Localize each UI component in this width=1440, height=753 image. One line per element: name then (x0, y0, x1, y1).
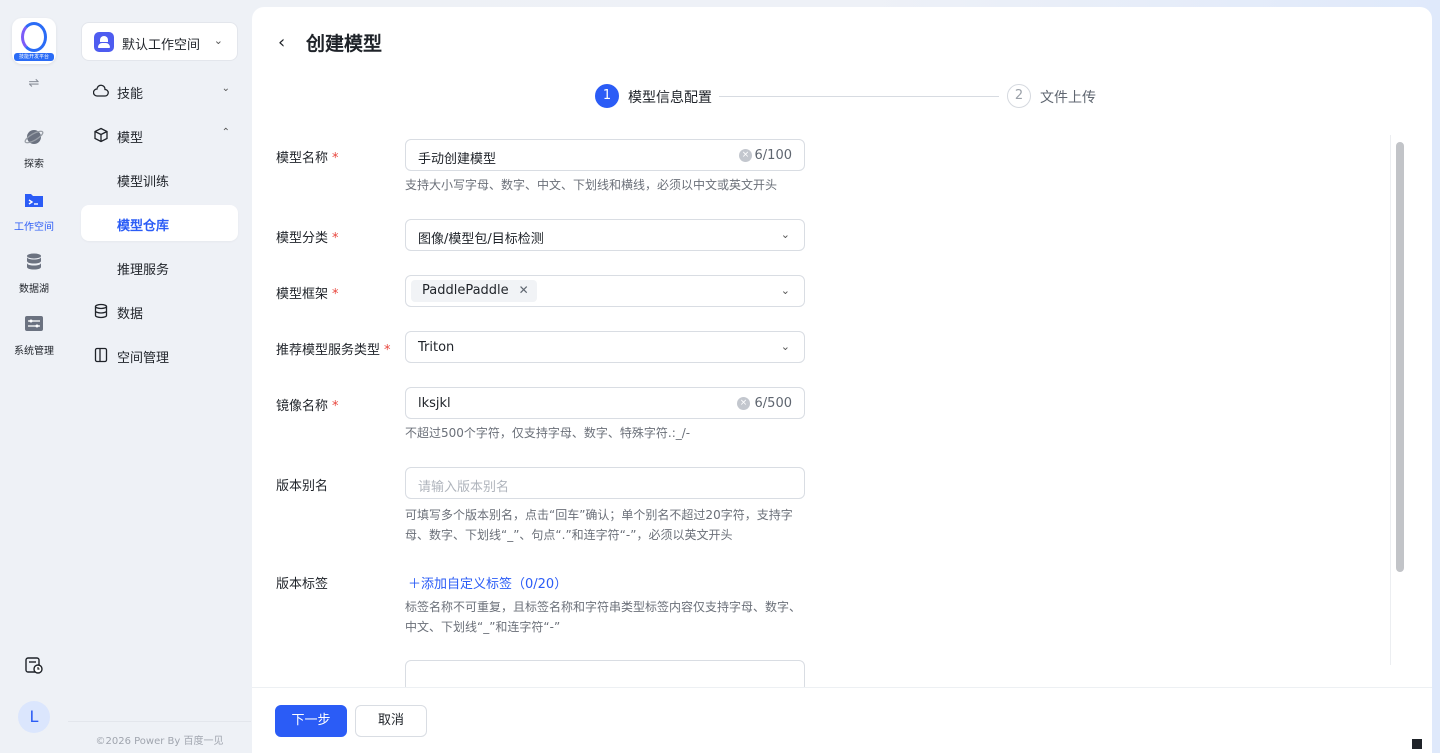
step-2-label: 文件上传 (1040, 90, 1096, 106)
sidebar: 默认工作空间 ⌄ 技能 ⌄ 模型 ⌃ 模型训练 模型仓库 推理服务 数据 空间管… (68, 0, 251, 753)
alias-placeholder: 请输入版本别名 (418, 480, 510, 495)
step-1-label: 模型信息配置 (628, 90, 712, 106)
next-button[interactable]: 下一步 (275, 705, 347, 737)
add-tag-link[interactable]: ＋添加自定义标签（0/20） (408, 573, 567, 592)
resize-corner (1412, 739, 1422, 749)
sidebar-item-data[interactable]: 数据 (81, 293, 238, 329)
rail-item-workspace[interactable]: 工作空间 (0, 190, 68, 233)
rail-item-label: 系统管理 (14, 346, 54, 357)
model-name-value: 手动创建模型 (418, 152, 497, 167)
logo-caption: 技能开发平台 (14, 53, 54, 61)
switch-icon[interactable]: ⇌ (26, 76, 42, 92)
clear-icon[interactable]: × (737, 397, 750, 410)
sidebar-item-model-training[interactable]: 模型训练 (81, 161, 238, 197)
database-icon (94, 303, 108, 319)
sidebar-item-label: 数据 (117, 307, 144, 322)
chevron-up-icon: ⌃ (221, 127, 230, 138)
close-icon[interactable]: ✕ (519, 283, 529, 297)
next-field-partial[interactable] (405, 660, 805, 687)
form-footer: 下一步 取消 (252, 687, 1432, 753)
chevron-down-icon: ⌄ (780, 228, 790, 241)
avatar[interactable]: L (18, 701, 50, 733)
category-value: 图像/模型包/目标检测 (418, 232, 544, 247)
cancel-button[interactable]: 取消 (355, 705, 427, 737)
service-type-select[interactable]: Triton ⌄ (405, 331, 805, 363)
sidebar-item-label: 模型 (117, 131, 144, 146)
framework-tag: PaddlePaddle ✕ (411, 280, 537, 302)
sidebar-item-label: 空间管理 (117, 351, 170, 366)
framework-tag-label: PaddlePaddle (422, 283, 509, 298)
model-form: 模型名称 * 手动创建模型 × 6/100 支持大小写字母、数字、中文、下划线和横… (252, 132, 1432, 687)
model-name-hint: 支持大小写字母、数字、中文、下划线和横线，必须以中文或英文开头 (405, 178, 778, 192)
chevron-down-icon: ⌄ (780, 284, 790, 297)
stepper: 1 模型信息配置 2 文件上传 (595, 84, 1115, 108)
category-label: 模型分类 * (276, 231, 339, 246)
image-name-hint: 不超过500个字符，仅支持字母、数字、特殊字符.:_/- (405, 426, 691, 440)
chevron-down-icon: ⌄ (213, 34, 223, 47)
alias-hint: 可填写多个版本别名，点击“回车”确认；单个别名不超过20字符，支持字 母、数字、… (405, 508, 793, 542)
planet-icon (24, 130, 44, 144)
clear-icon[interactable]: × (739, 149, 752, 162)
page-title: 创建模型 (306, 33, 383, 55)
rail-item-label: 工作空间 (14, 222, 54, 233)
model-name-label: 模型名称 * (276, 151, 339, 166)
sidebar-item-label: 推理服务 (117, 263, 170, 278)
framework-select[interactable]: PaddlePaddle ✕ ⌄ (405, 275, 805, 307)
sidebar-item-label: 模型训练 (117, 175, 170, 190)
rail-item-datalake[interactable]: 数据湖 (0, 252, 68, 295)
sidebar-item-label: 模型仓库 (117, 219, 170, 234)
service-type-value: Triton (418, 340, 455, 355)
workspace-selector[interactable]: 默认工作空间 ⌄ (81, 22, 238, 61)
step-connector (719, 96, 999, 97)
main-panel: ‹ 创建模型 1 模型信息配置 2 文件上传 模型名称 * 手动创建模型 × 6/… (252, 7, 1432, 753)
sidebar-item-label: 技能 (117, 87, 144, 102)
alias-input[interactable]: 请输入版本别名 (405, 467, 805, 499)
server-settings-icon (25, 316, 43, 331)
cloud-icon (93, 84, 109, 97)
cube-icon (94, 127, 108, 143)
char-count: 6/500 (754, 396, 792, 411)
alias-label: 版本别名 (276, 479, 329, 494)
door-icon (94, 347, 108, 363)
tags-hint: 标签名称不可重复，且标签名称和字符串类型标签内容仅支持字母、数字、 中文、下划线… (405, 600, 802, 634)
sidebar-item-inference[interactable]: 推理服务 (81, 249, 238, 285)
workspace-name: 默认工作空间 (122, 38, 201, 53)
image-name-value: lksjkl (418, 396, 451, 411)
rail-item-system[interactable]: 系统管理 (0, 314, 68, 357)
logo-ring-icon (21, 22, 47, 52)
sidebar-item-models[interactable]: 模型 ⌃ (81, 117, 238, 153)
app-rail: 技能开发平台 ⇌ 探索 工作空间 数据湖 系统管理 L (0, 0, 68, 753)
rail-item-label: 数据湖 (19, 284, 49, 295)
rail-item-label: 探索 (24, 159, 44, 170)
scrollbar-thumb[interactable] (1396, 142, 1404, 572)
back-arrow-icon[interactable]: ‹ (278, 32, 285, 53)
rail-item-explore[interactable]: 探索 (0, 127, 68, 170)
step-1-indicator: 1 (595, 84, 619, 108)
step-2-indicator: 2 (1007, 84, 1031, 108)
sidebar-item-skills[interactable]: 技能 ⌄ (81, 73, 238, 109)
service-type-label: 推荐模型服务类型 * (276, 343, 391, 358)
framework-label: 模型框架 * (276, 287, 339, 302)
chevron-down-icon: ⌄ (221, 83, 230, 94)
image-name-label: 镜像名称 * (276, 399, 339, 414)
calendar-clock-icon[interactable] (24, 655, 44, 675)
sidebar-item-model-repo[interactable]: 模型仓库 (81, 205, 238, 241)
char-count: 6/100 (754, 148, 792, 163)
terminal-folder-icon (25, 194, 43, 207)
category-select[interactable]: 图像/模型包/目标检测 ⌄ (405, 219, 805, 251)
sidebar-item-space-management[interactable]: 空间管理 (81, 337, 238, 373)
tags-label: 版本标签 (276, 577, 329, 592)
app-logo[interactable]: 技能开发平台 (12, 18, 56, 64)
model-name-input[interactable]: 手动创建模型 × 6/100 (405, 139, 805, 171)
chevron-down-icon: ⌄ (780, 340, 790, 353)
copyright: ©2026 Power By 百度一见 (68, 721, 251, 747)
database-icon (27, 253, 41, 270)
user-icon (94, 32, 114, 52)
image-name-input[interactable]: lksjkl × 6/500 (405, 387, 805, 419)
